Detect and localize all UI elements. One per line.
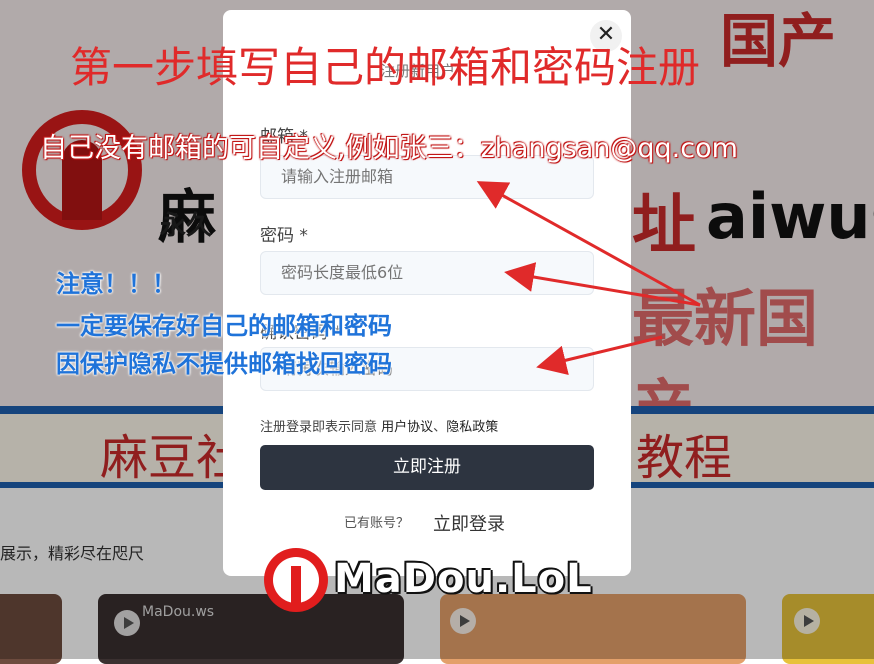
warning-line: 注意！！！ (56, 270, 176, 298)
logo-bar (291, 566, 301, 606)
email-hint: 自己没有邮箱的可自定义,例如张三：zhangsan@qq.com (40, 133, 738, 164)
brand-text: MaDou.LoL (334, 556, 593, 602)
warning-line: 因保护隐私不提供邮箱找回密码 (56, 350, 392, 378)
warning-line: 一定要保存好自己的邮箱和密码 (56, 312, 392, 340)
brand-watermark: MaDou.LoL (264, 548, 594, 614)
madou-logo-icon (264, 548, 328, 612)
arrow-to-confirm (536, 335, 663, 375)
step-title: 第一步填写自己的邮箱和密码注册 (70, 43, 701, 92)
